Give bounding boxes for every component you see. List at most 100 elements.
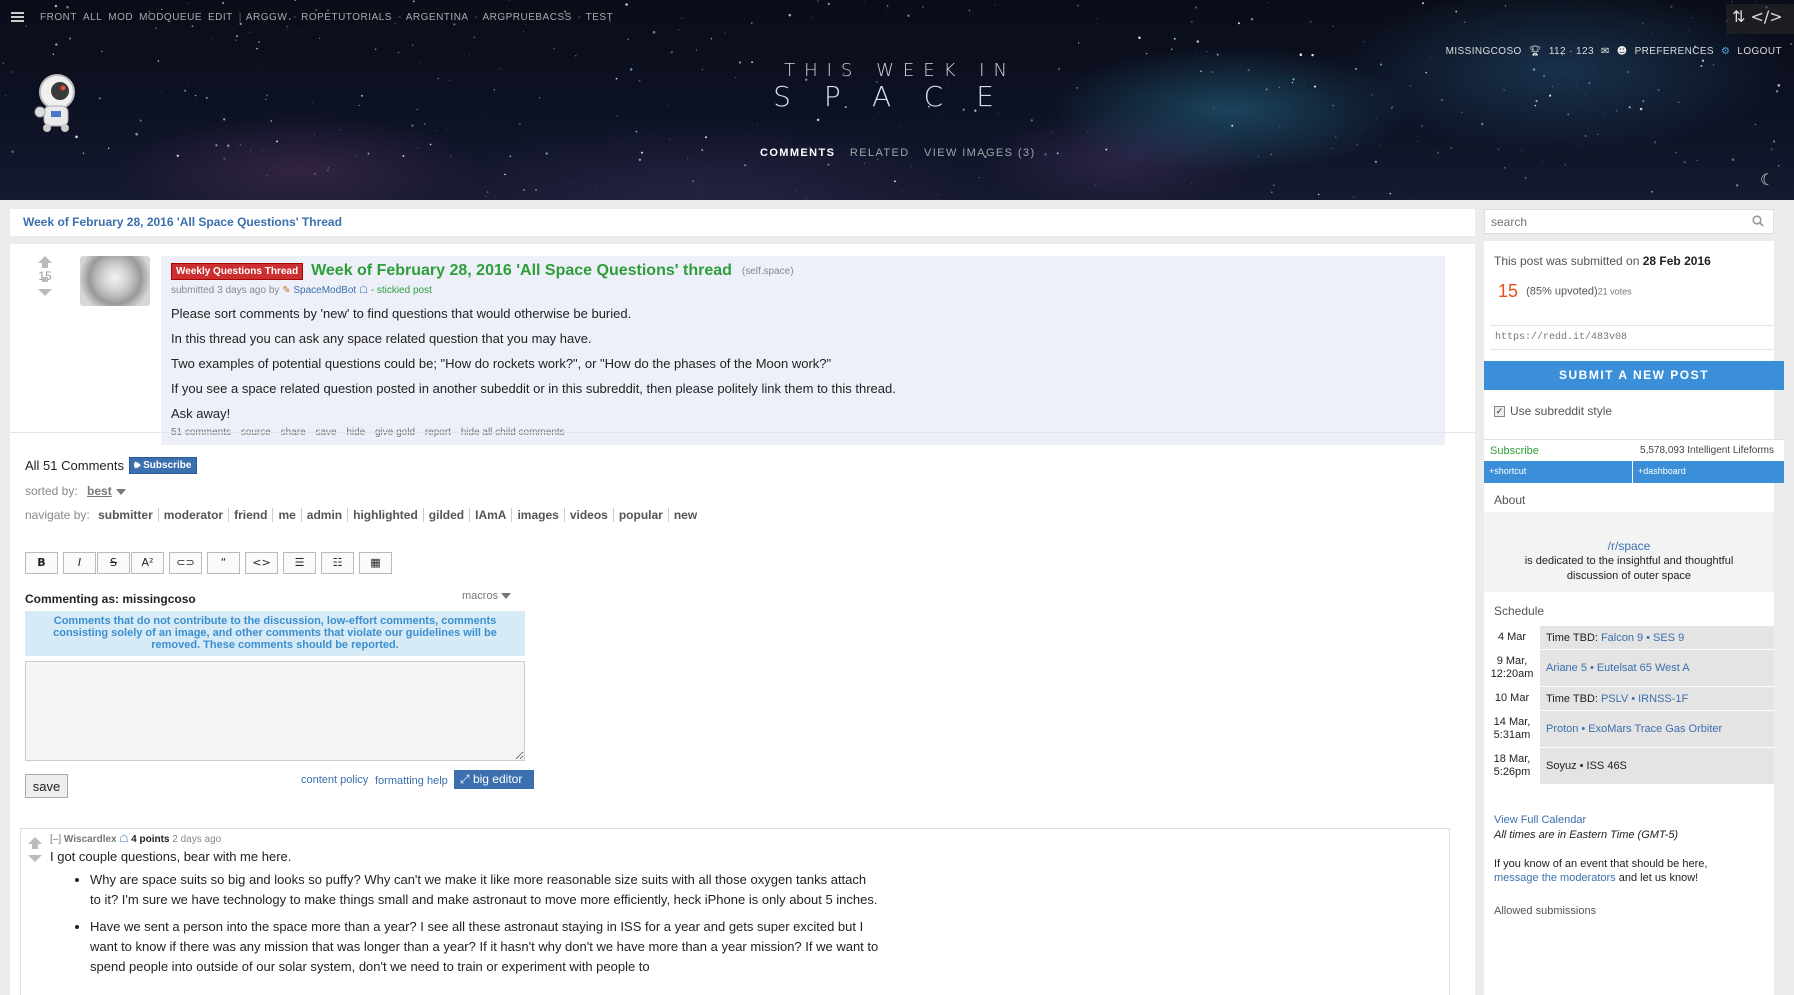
subscribe-button[interactable]: Subscribe [1490,445,1539,457]
payload-link[interactable]: SES 9 [1653,632,1684,644]
subreddit-link-modqueue[interactable]: MODQUEUE [139,12,202,23]
payload-link[interactable]: Eutelsat 65 West A [1597,662,1690,674]
subreddit-link-edit[interactable]: EDIT [208,12,233,23]
comment-author[interactable]: Wiscardlex [64,834,117,845]
submit-new-post-button[interactable]: SUBMIT A NEW POST [1484,361,1784,390]
nav-gilded[interactable]: gilded [423,508,471,522]
comment-vote-column [28,837,42,862]
shortlink-field[interactable]: https://redd.it/483v08 [1490,325,1774,350]
downvote-arrow-icon[interactable] [38,277,52,296]
search-input[interactable] [1485,210,1735,233]
nav-iama[interactable]: IAmA [470,508,513,522]
post-author[interactable]: SpaceModBot [293,285,356,296]
breadcrumb[interactable]: Week of February 28, 2016 'All Space Que… [10,209,1475,236]
tab-comments[interactable]: COMMENTS [760,147,835,159]
bold-button[interactable]: B [25,552,58,574]
mail-icon[interactable]: ✉ [1601,46,1610,57]
subreddit-link-all[interactable]: ALL [83,12,102,23]
launch-vehicle-link[interactable]: Proton [1546,723,1578,735]
view-full-calendar-link[interactable]: View Full Calendar [1494,814,1586,826]
nav-images[interactable]: images [512,508,565,522]
nav-admin[interactable]: admin [301,508,349,522]
save-button[interactable]: save [25,774,68,798]
star [1380,145,1382,147]
preferences-link[interactable]: PREFERENCES [1635,46,1714,57]
star [1549,94,1552,97]
tab-related[interactable]: RELATED [850,147,910,159]
subreddit-link-mod[interactable]: MOD [108,12,133,23]
subreddit-link-argentina[interactable]: ARGENTINA [406,12,469,23]
username-link[interactable]: MISSINGCOSO [1446,46,1522,57]
launch-vehicle-link[interactable]: PSLV [1601,693,1628,705]
star [434,129,436,131]
corner-toggle-icons[interactable]: ⇅ </> [1726,4,1794,34]
big-editor-button[interactable]: ⤢ big editor [454,770,534,789]
star [937,193,940,196]
nav-me[interactable]: me [273,508,302,522]
menu-icon[interactable] [11,12,24,22]
subreddit-link-ropetutorials[interactable]: ROPETUTORIALS [301,12,392,23]
superscript-button[interactable]: A² [131,552,164,574]
star [1770,147,1773,151]
payload-link[interactable]: IRNSS-1F [1638,693,1688,705]
sort-dropdown[interactable]: best [87,484,112,498]
chevron-down-icon[interactable] [115,488,126,495]
checkbox-checked-icon[interactable]: ✓ [1494,405,1505,417]
table-button[interactable]: ▦ [359,552,392,574]
star [1564,164,1566,166]
macros-dropdown[interactable]: macros [462,590,512,602]
star [1195,48,1196,50]
star [1265,88,1268,91]
italic-button[interactable]: I [63,552,96,574]
add-dashboard-button[interactable]: +dashboard [1633,461,1784,483]
sidebar-score: 15 [1498,281,1519,301]
upvote-arrow-icon[interactable] [38,256,52,268]
star [635,130,638,133]
comment-textarea[interactable] [25,661,525,761]
subreddit-link-arggw[interactable]: ARGGW [246,12,287,23]
launch-vehicle-link[interactable]: Ariane 5 [1546,662,1587,674]
message-moderators-link[interactable]: message the moderators [1494,872,1616,884]
mod-mail-icon[interactable]: ☻ [1617,46,1628,57]
logout-link[interactable]: LOGOUT [1737,46,1782,57]
collapse-toggle[interactable]: [–] [50,834,61,845]
night-mode-icon[interactable]: ☾ [1760,170,1774,189]
add-shortcut-button[interactable]: +shortcut [1484,461,1632,483]
nav-friend[interactable]: friend [229,508,274,522]
use-subreddit-style[interactable]: ✓ Use subreddit style [1494,404,1612,418]
subreddit-link-argpruebacss[interactable]: ARGPRUEBACSS [482,12,571,23]
launch-vehicle-link[interactable]: Falcon 9 [1601,632,1643,644]
subscribe-row: Subscribe 5,578,093 Intelligent Lifeform… [1484,439,1784,461]
tab-view-images[interactable]: VIEW IMAGES (3) [924,147,1035,159]
nav-new[interactable]: new [669,508,702,522]
strikethrough-button[interactable]: S [97,552,130,574]
astronaut-snoo-logo[interactable] [24,70,90,136]
post-title[interactable]: Week of February 28, 2016 'All Space Que… [311,262,732,280]
subreddit-link-test[interactable]: TEST [586,12,614,23]
formatting-help-link[interactable]: formatting help [375,775,448,787]
code-button[interactable]: <> [245,552,278,574]
nav-highlighted[interactable]: highlighted [348,508,424,522]
nav-videos[interactable]: videos [564,508,614,522]
nav-submitter[interactable]: submitter [93,508,159,522]
gear-icon[interactable]: ⚙ [1721,46,1730,57]
quote-button[interactable]: “ [207,552,240,574]
post-domain[interactable]: (self.space) [742,266,794,277]
downvote-arrow-icon[interactable] [28,843,42,862]
numbered-list-button[interactable]: ☷ [321,552,354,574]
search-icon[interactable] [1752,215,1764,227]
content-policy-link[interactable]: content policy [301,774,368,786]
subreddit-name-link[interactable]: /r/space [1484,539,1774,553]
subreddit-link-front[interactable]: FRONT [40,12,77,23]
nav-moderator[interactable]: moderator [158,508,230,522]
star [416,108,418,110]
subscribe-comments-button[interactable]: 🕪︎ Subscribe [128,457,198,474]
comment-tagline: [–] Wiscardlex ☖ 4 points 2 days ago [50,834,221,845]
nav-popular[interactable]: popular [613,508,669,522]
post-thumbnail[interactable] [80,256,150,306]
star [1552,85,1554,88]
star [1258,156,1260,158]
link-button[interactable]: ⊂⊃ [169,552,202,574]
payload-link[interactable]: ExoMars Trace Gas Orbiter [1588,723,1722,735]
bulleted-list-button[interactable]: ☰ [283,552,316,574]
